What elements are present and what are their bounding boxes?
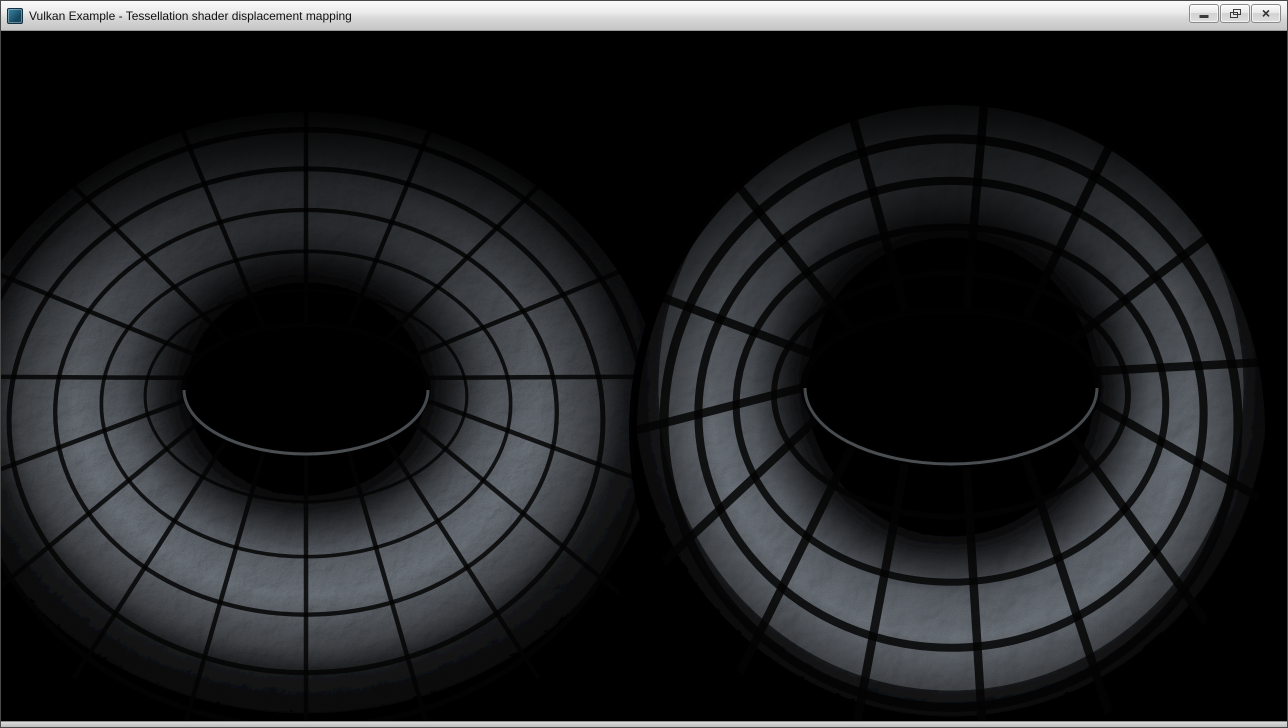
titlebar[interactable]: Vulkan Example - Tessellation shader dis… <box>1 1 1287 31</box>
minimize-button[interactable] <box>1189 4 1219 23</box>
window-title: Vulkan Example - Tessellation shader dis… <box>29 9 352 23</box>
minimize-icon <box>1200 15 1209 18</box>
vulkan-render <box>1 31 1287 721</box>
render-viewport[interactable] <box>1 31 1287 721</box>
window-controls: × <box>1189 1 1281 23</box>
close-icon: × <box>1262 6 1270 20</box>
restore-icon <box>1230 9 1241 18</box>
app-window: Vulkan Example - Tessellation shader dis… <box>0 0 1288 728</box>
close-button[interactable]: × <box>1251 4 1281 23</box>
maximize-button[interactable] <box>1220 4 1250 23</box>
film-grain <box>1 31 1287 721</box>
app-icon <box>7 8 23 24</box>
window-frame-bottom <box>1 721 1287 727</box>
